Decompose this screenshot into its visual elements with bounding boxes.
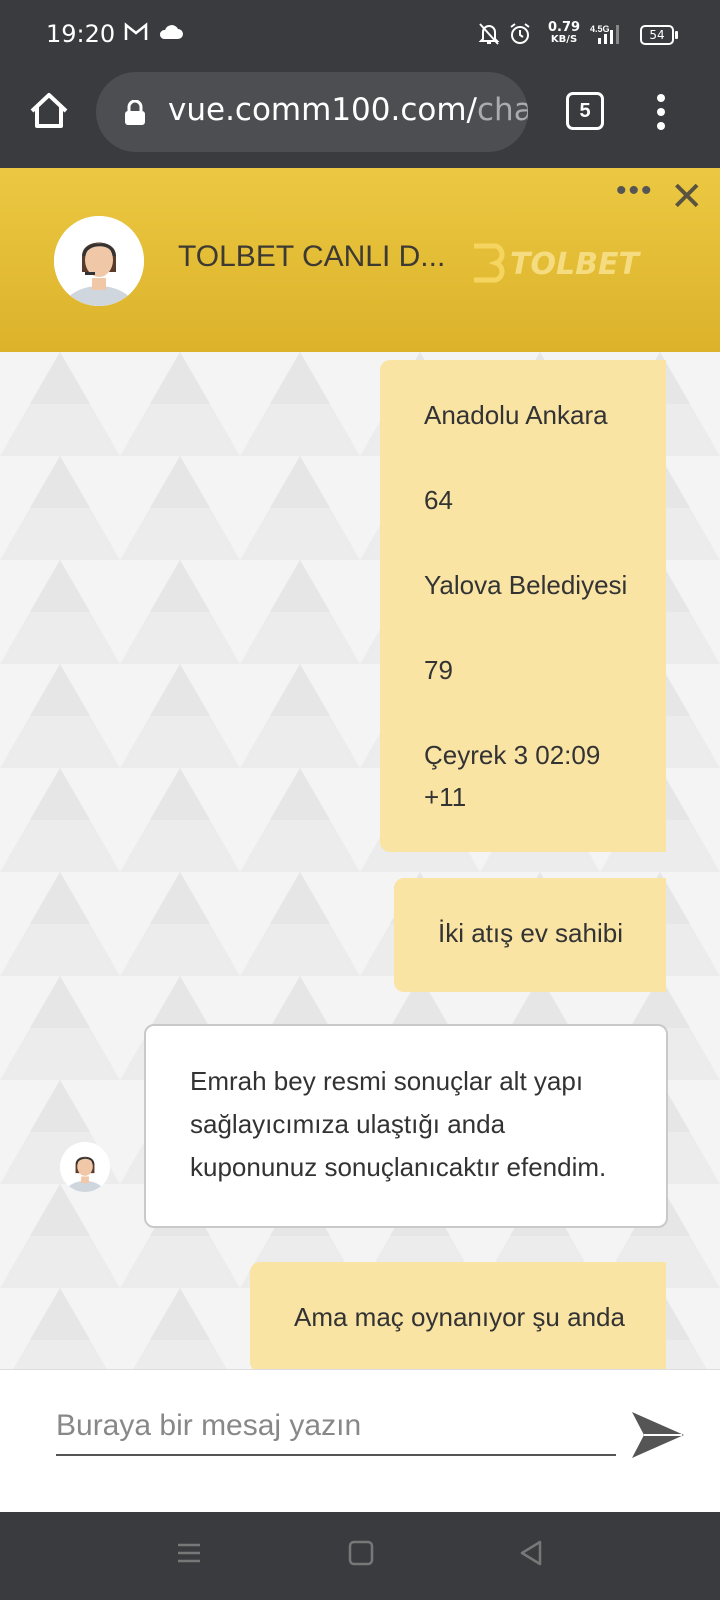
message-line: Çeyrek 3 02:09 — [424, 740, 601, 770]
bell-off-icon — [478, 22, 500, 51]
home-icon[interactable] — [28, 90, 70, 132]
message-line: 79 — [424, 655, 453, 685]
net-speed: 0.79 KB/S — [548, 20, 581, 46]
signal-icon — [596, 24, 620, 51]
cloud-icon — [158, 22, 184, 47]
message-line: 64 — [424, 485, 453, 515]
url-dim: chat — [477, 92, 528, 128]
message-line: Ama maç oynanıyor şu anda — [294, 1302, 625, 1332]
battery-icon: 54 — [640, 25, 678, 45]
back-icon[interactable] — [518, 1540, 544, 1571]
agent-avatar — [54, 216, 144, 306]
message-line: Anadolu Ankara — [424, 400, 608, 430]
status-bar: 19:20 0.79 KB/S 4.5G 54 — [0, 0, 720, 70]
send-icon[interactable] — [630, 1410, 686, 1466]
browser-toolbar: vue.comm100.com/chat 5 — [0, 70, 720, 168]
tabs-icon[interactable]: 5 — [566, 92, 604, 130]
net-speed-value: 0.79 — [548, 20, 581, 35]
chat-header: ••• ✕ TOLBET CANLI D... TOLBET — [0, 168, 720, 352]
gmail-icon — [124, 22, 148, 47]
url-bar[interactable]: vue.comm100.com/chat — [96, 72, 528, 152]
status-time: 19:20 — [46, 20, 116, 48]
more-dots-icon[interactable]: ••• — [616, 176, 654, 206]
message-line: +11 — [424, 782, 467, 812]
my-message-bubble: Anadolu Ankara 64 Yalova Belediyesi 79 Ç… — [380, 360, 666, 852]
home-square-icon[interactable] — [348, 1540, 374, 1571]
system-nav-bar — [0, 1512, 720, 1600]
recents-icon[interactable] — [176, 1540, 202, 1571]
my-message-bubble: İki atış ev sahibi — [394, 878, 666, 992]
message-line: Emrah bey resmi sonuçlar alt yapı — [190, 1066, 584, 1096]
net-speed-unit: KB/S — [550, 34, 578, 45]
message-line: Yalova Belediyesi — [424, 570, 628, 600]
url-main: vue.comm100.com/ — [168, 92, 478, 128]
brand-text: TOLBET — [510, 247, 641, 282]
chat-messages[interactable]: Anadolu Ankara 64 Yalova Belediyesi 79 Ç… — [0, 352, 720, 1369]
menu-kebab-icon[interactable] — [656, 94, 666, 134]
my-message-bubble: Ama maç oynanıyor şu anda — [250, 1262, 666, 1369]
agent-name: TOLBET CANLI D... — [178, 240, 446, 273]
brand-logo: TOLBET — [472, 238, 672, 288]
message-line: İki atış ev sahibi — [438, 918, 623, 948]
alarm-icon — [508, 22, 532, 51]
lock-icon — [124, 99, 146, 131]
agent-avatar-small — [60, 1142, 110, 1192]
message-line: kuponunuz sonuçlanıcaktır efendim. — [190, 1152, 607, 1182]
close-icon[interactable]: ✕ — [670, 174, 704, 220]
message-line: sağlayıcımıza ulaştığı anda — [190, 1109, 506, 1139]
url-text: vue.comm100.com/chat — [168, 92, 528, 128]
agent-message-bubble: Emrah bey resmi sonuçlar alt yapı sağlay… — [144, 1024, 668, 1228]
message-composer — [0, 1369, 720, 1513]
message-input[interactable] — [56, 1398, 616, 1456]
